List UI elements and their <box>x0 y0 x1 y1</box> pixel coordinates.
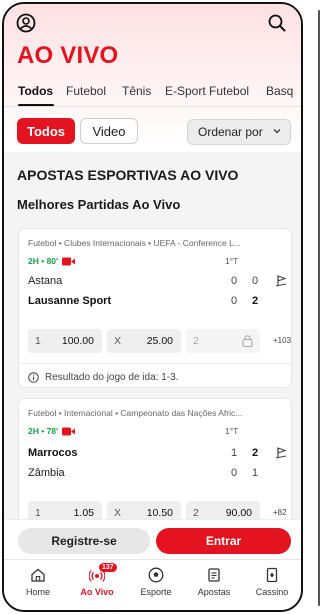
odd-value: 25.00 <box>146 335 173 347</box>
period-header: 1°T <box>225 256 239 266</box>
league-breadcrumb: Futebol • Internacional • Campeonato das… <box>28 408 243 418</box>
phone-frame: AO VIVO Todos Futebol Tênis E-Sport Fute… <box>2 2 303 612</box>
match-card[interactable]: Futebol • Clubes Internacionais • UEFA -… <box>18 228 292 388</box>
odd-label: 1 <box>35 335 41 347</box>
odd-value: 10.50 <box>146 507 173 519</box>
bottom-nav: Home 137 Ao Vivo Esporte Apostas Cassino <box>4 559 301 610</box>
odd-label: X <box>114 335 122 347</box>
video-camera-icon <box>62 427 76 435</box>
team-home: Marrocos <box>28 447 78 459</box>
league-breadcrumb: Futebol • Clubes Internacionais • UEFA -… <box>28 238 241 248</box>
match-time: 2H • 78' <box>28 426 59 436</box>
video-camera-icon <box>62 257 76 265</box>
team-home: Astana <box>28 275 63 287</box>
nav-label: Cassino <box>255 587 289 597</box>
lock-icon <box>242 335 253 347</box>
filter-all-button[interactable]: Todos <box>17 118 75 144</box>
betslip-icon <box>208 568 220 582</box>
chevron-down-icon <box>273 129 281 134</box>
search-icon[interactable] <box>267 13 287 33</box>
odd-label: X <box>114 507 122 519</box>
score-home-total: 0 <box>252 275 259 287</box>
score-away-period: 0 <box>231 467 238 479</box>
tab-futebol[interactable]: Futebol <box>66 84 106 98</box>
nav-item-sports[interactable]: Esporte <box>126 567 186 607</box>
tabs-divider <box>4 106 301 107</box>
score-away-total: 1 <box>252 467 259 479</box>
odd-value: 100.00 <box>61 335 94 347</box>
match-note-text: Resultado do jogo de ida: 1-3. <box>45 372 179 383</box>
score-home-period: 1 <box>231 447 238 459</box>
soccer-ball-icon <box>148 567 164 583</box>
odd-value: 90.00 <box>225 507 252 519</box>
score-away-total: 2 <box>252 295 259 307</box>
filter-video-button[interactable]: Video <box>80 118 138 144</box>
live-status: 2H • 78' <box>28 426 76 436</box>
corner-flag-icon <box>275 447 287 459</box>
card-divider <box>19 363 291 364</box>
sport-tabs: Todos Futebol Tênis E-Sport Futebol Basq <box>4 82 301 106</box>
home-icon <box>31 568 45 582</box>
tab-basquete[interactable]: Basq <box>266 84 293 98</box>
corner-flag-icon <box>275 275 287 287</box>
user-icon[interactable] <box>16 13 36 33</box>
nav-item-live[interactable]: 137 Ao Vivo <box>67 563 127 607</box>
odds-row: 1 100.00 X 25.00 2 +103 <box>28 329 291 353</box>
nav-label: Esporte <box>140 587 172 597</box>
page-title: AO VIVO <box>17 42 119 69</box>
team-away: Zâmbia <box>28 467 65 479</box>
score-home-total: 2 <box>252 447 259 459</box>
live-count-badge: 137 <box>99 563 117 572</box>
tab-esport-futebol[interactable]: E-Sport Futebol <box>165 84 249 98</box>
tab-todos[interactable]: Todos <box>18 84 53 98</box>
section-title: APOSTAS ESPORTIVAS AO VIVO <box>17 167 239 183</box>
tab-tenis[interactable]: Tênis <box>122 84 151 98</box>
filter-bar: Todos Video Ordenar por <box>4 118 301 148</box>
team-away: Lausanne Sport <box>28 295 112 307</box>
nav-item-home[interactable]: Home <box>8 567 68 607</box>
odd-home-button[interactable]: 1 100.00 <box>28 329 102 353</box>
match-time: 2H • 80' <box>28 256 59 266</box>
more-markets-link[interactable]: +82 <box>273 508 287 517</box>
auth-action-bar: Registre-se Entrar <box>4 519 301 559</box>
sort-label: Ordenar por <box>198 125 263 139</box>
odd-away-button: 2 <box>186 329 260 353</box>
login-button[interactable]: Entrar <box>156 528 291 554</box>
subsection-title: Melhores Partidas Ao Vivo <box>17 197 181 212</box>
odd-label: 1 <box>35 507 41 519</box>
info-icon <box>28 372 39 383</box>
score-away-period: 0 <box>231 295 238 307</box>
live-status: 2H • 80' <box>28 256 76 266</box>
sort-dropdown[interactable]: Ordenar por <box>187 119 291 145</box>
more-markets-link[interactable]: +103 <box>273 336 291 345</box>
odd-label: 2 <box>193 335 199 347</box>
nav-label: Home <box>25 587 50 597</box>
match-card[interactable]: Futebol • Internacional • Campeonato das… <box>18 398 292 538</box>
score-home-period: 0 <box>231 275 238 287</box>
nav-item-casino[interactable]: Cassino <box>242 567 301 607</box>
match-note: Resultado do jogo de ida: 1-3. <box>28 372 178 383</box>
casino-icon <box>266 567 278 583</box>
odd-value: 1.05 <box>73 507 94 519</box>
odd-draw-button[interactable]: X 25.00 <box>107 329 181 353</box>
nav-label: Ao Vivo <box>80 587 114 597</box>
odd-label: 2 <box>193 507 199 519</box>
period-header: 1°T <box>225 426 239 436</box>
register-button[interactable]: Registre-se <box>18 528 150 554</box>
nav-label: Apostas <box>197 587 231 597</box>
nav-item-bets[interactable]: Apostas <box>184 567 244 607</box>
